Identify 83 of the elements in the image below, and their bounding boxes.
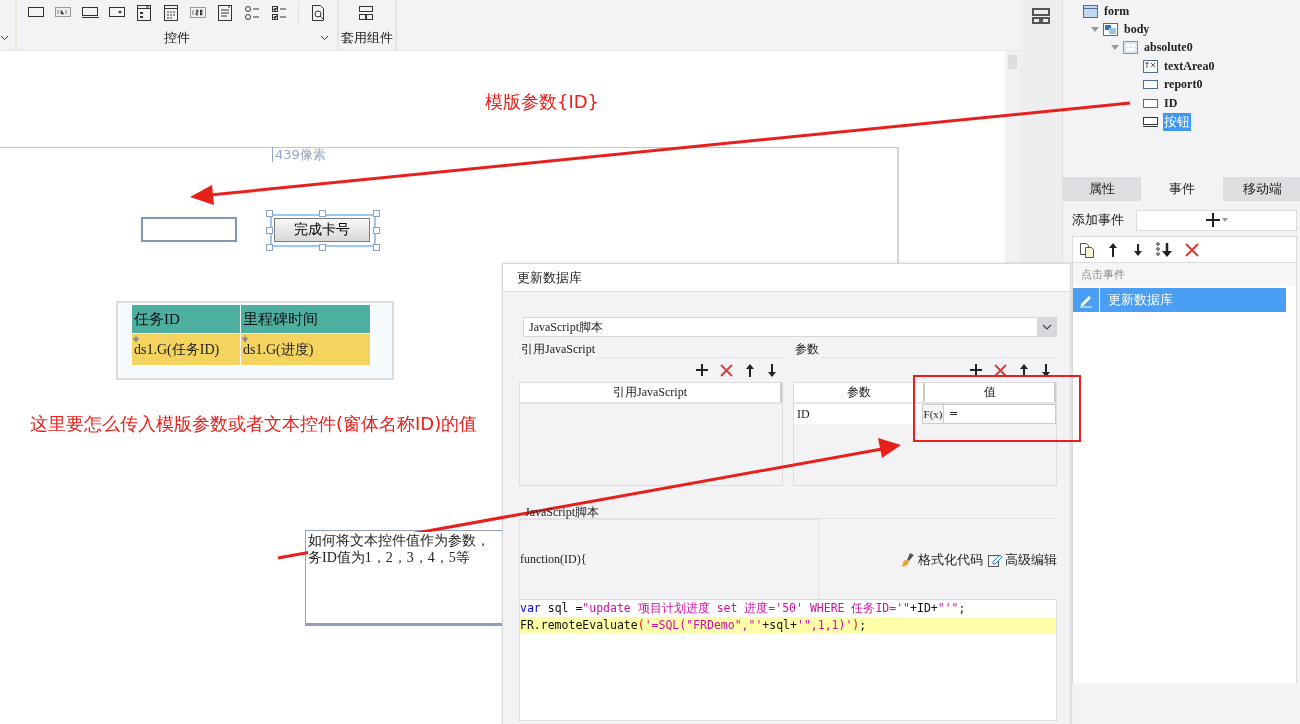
group-header: 点击事件 xyxy=(1073,263,1296,286)
dialog-title: 更新数据库 xyxy=(503,264,1070,292)
code-editor[interactable]: var sql ="update 项目计划进度 set 进度='50' WHERE 任务ID='"+ID+"'"; FR.remoteEvaluate('=SQL("FRDemo","'+sql+'",1,1)'); xyxy=(519,599,1057,721)
tree-item[interactable]: textArea0 xyxy=(1163,58,1216,74)
tree-item[interactable]: ID xyxy=(1163,95,1179,111)
table-header-cell: 任务ID xyxy=(132,305,240,333)
action-link[interactable]: 格式化代码 xyxy=(900,551,983,569)
section-title: 引用JavaScript xyxy=(521,341,597,358)
chevron-icon xyxy=(1041,324,1052,330)
group-label: 控件 xyxy=(164,29,190,47)
text-area-widget[interactable]: 如何将文本控件值作为参数， 务ID值为1，2，3，4，5等 xyxy=(305,530,503,626)
brush-icon xyxy=(900,552,916,568)
resize-handle[interactable] xyxy=(266,244,273,251)
resize-handle[interactable] xyxy=(319,210,326,217)
text-area-icon[interactable] xyxy=(216,4,234,22)
annotation-text: 模版参数{ID} xyxy=(485,90,600,114)
delete-icon[interactable] xyxy=(720,363,733,377)
resize-handle[interactable] xyxy=(373,210,380,217)
event-label: 更新数据库 xyxy=(1107,291,1173,309)
form-icon xyxy=(1083,4,1098,18)
width-label: 439像素 xyxy=(272,147,326,162)
action-link[interactable]: 高级编辑 xyxy=(987,551,1057,569)
down-arrow-icon[interactable] xyxy=(1131,241,1145,258)
chevron-icon[interactable] xyxy=(320,35,329,41)
calendar-icon[interactable] xyxy=(162,4,180,22)
type-dropdown[interactable]: JavaScript脚本 xyxy=(523,317,1057,337)
expand-triangle-icon[interactable] xyxy=(1111,44,1119,51)
delete-icon[interactable] xyxy=(1185,242,1199,257)
column-header: 参数 xyxy=(794,383,925,402)
button-widget[interactable]: 完成卡号 xyxy=(274,218,370,242)
copy-icon[interactable] xyxy=(1079,241,1095,258)
resize-handle[interactable] xyxy=(266,227,273,234)
text-area-icon xyxy=(1143,59,1158,73)
table-cell-text: ID xyxy=(796,406,811,423)
table-header-cell: 里程碑时间 xyxy=(241,305,370,333)
up-arrow-icon[interactable] xyxy=(1019,363,1029,377)
expand-marker-icon xyxy=(133,335,139,342)
section-title: 参数 xyxy=(795,341,821,358)
cell-text: ds1.G(任务ID) xyxy=(134,340,220,359)
down-arrow-icon[interactable] xyxy=(1041,363,1051,377)
panel-tab[interactable]: 属性 xyxy=(1063,177,1141,201)
body-icon xyxy=(1103,23,1118,37)
code-line: var sql ="update 项目计划进度 set 进度='50' WHERE 任务ID='"+ID+"'"; xyxy=(520,600,967,617)
report-icon xyxy=(1143,78,1158,92)
code-text: function(ID){ xyxy=(520,552,587,567)
panel-tab[interactable]: 移动端 xyxy=(1223,177,1300,201)
delete-icon[interactable] xyxy=(994,363,1007,377)
resize-handle[interactable] xyxy=(373,227,380,234)
edit-icon xyxy=(987,552,1003,568)
preview-icon[interactable] xyxy=(309,4,327,22)
expand-triangle-icon[interactable] xyxy=(1091,26,1099,33)
plus-icon[interactable] xyxy=(970,364,982,376)
tree-item[interactable]: absolute0 xyxy=(1143,40,1194,56)
layout-icon[interactable] xyxy=(1032,8,1050,24)
plus-icon[interactable] xyxy=(696,364,708,376)
resize-handle[interactable] xyxy=(266,210,273,217)
tree-item[interactable]: form xyxy=(1103,3,1131,19)
text-field-icon xyxy=(1143,96,1158,110)
expand-marker-icon xyxy=(242,335,248,342)
down-arrow-icon[interactable] xyxy=(767,363,777,377)
button-icon xyxy=(1143,115,1158,129)
date-picker-icon[interactable] xyxy=(135,4,153,22)
caret-icon xyxy=(1221,218,1228,222)
field-label: 添加事件 xyxy=(1072,211,1124,229)
layout-icon xyxy=(1123,41,1138,55)
text-field[interactable] xyxy=(141,217,237,242)
tree-item[interactable]: body xyxy=(1123,22,1151,38)
column-header: 值 xyxy=(925,383,1056,402)
layout-icon[interactable] xyxy=(357,4,375,22)
radio-group-icon[interactable] xyxy=(243,4,261,22)
up-arrow-icon[interactable] xyxy=(1106,241,1120,258)
chevron-icon[interactable] xyxy=(0,35,9,41)
annotation-text: 这里要怎么传入模版参数或者文本控件(窗体名称ID)的值 xyxy=(30,412,478,436)
up-arrow-icon[interactable] xyxy=(745,363,755,377)
move-to-bottom-icon[interactable] xyxy=(1156,241,1174,258)
resize-handle[interactable] xyxy=(373,244,380,251)
plus-icon xyxy=(1205,213,1220,227)
tree-item[interactable]: report0 xyxy=(1163,77,1204,93)
resize-handle[interactable] xyxy=(319,244,326,251)
cell-text: ds1.G(进度) xyxy=(243,340,314,359)
group-label: 套用组件 xyxy=(341,29,393,47)
checkbox-group-icon[interactable] xyxy=(270,4,288,22)
column-header: 引用JavaScript xyxy=(520,383,782,402)
